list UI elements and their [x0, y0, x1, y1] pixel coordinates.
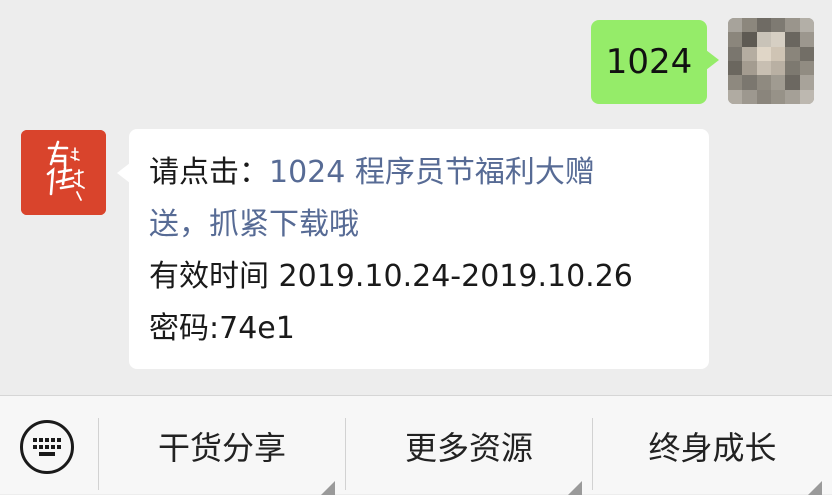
menu-item-dry-goods[interactable]: 干货分享: [99, 396, 345, 495]
chat-area: 1024 请点击：1024 程序员节福利大赠 送，抓紧下载哦 有效时间 2019…: [0, 0, 832, 395]
validity-text: 有效时间 2019.10.24-2019.10.26: [149, 259, 633, 294]
message-line-1: 请点击：1024 程序员节福利大赠: [149, 147, 689, 199]
download-link-part-2[interactable]: 送，抓紧下载哦: [149, 207, 359, 242]
user-avatar[interactable]: [728, 18, 814, 104]
message-line-2: 送，抓紧下载哦: [149, 199, 689, 251]
submenu-indicator-icon: [568, 481, 582, 495]
keyboard-toggle-button[interactable]: [20, 420, 74, 474]
outgoing-message-bubble[interactable]: 1024: [591, 20, 719, 104]
keyboard-icon: [33, 438, 61, 456]
outgoing-message-text: 1024: [605, 42, 693, 82]
account-logo-icon: [21, 130, 106, 215]
menu-item-label: 干货分享: [157, 428, 286, 467]
message-prefix: 请点击：: [149, 155, 269, 190]
submenu-indicator-icon: [321, 481, 335, 495]
account-avatar[interactable]: [21, 130, 106, 215]
download-link-part-1[interactable]: 1024 程序员节福利大赠: [269, 155, 595, 190]
incoming-message-bubble: 请点击：1024 程序员节福利大赠 送，抓紧下载哦 有效时间 2019.10.2…: [117, 129, 709, 369]
menu-item-label: 终身成长: [648, 428, 777, 467]
menu-item-lifelong-growth[interactable]: 终身成长: [593, 396, 832, 495]
menu-item-label: 更多资源: [404, 428, 533, 467]
submenu-indicator-icon: [808, 481, 822, 495]
password-text: 密码:74e1: [149, 311, 295, 346]
menu-item-more-resources[interactable]: 更多资源: [346, 396, 592, 495]
bottom-menu-bar: 干货分享 更多资源 终身成长: [0, 395, 832, 495]
pixelated-avatar-image: [728, 18, 814, 104]
